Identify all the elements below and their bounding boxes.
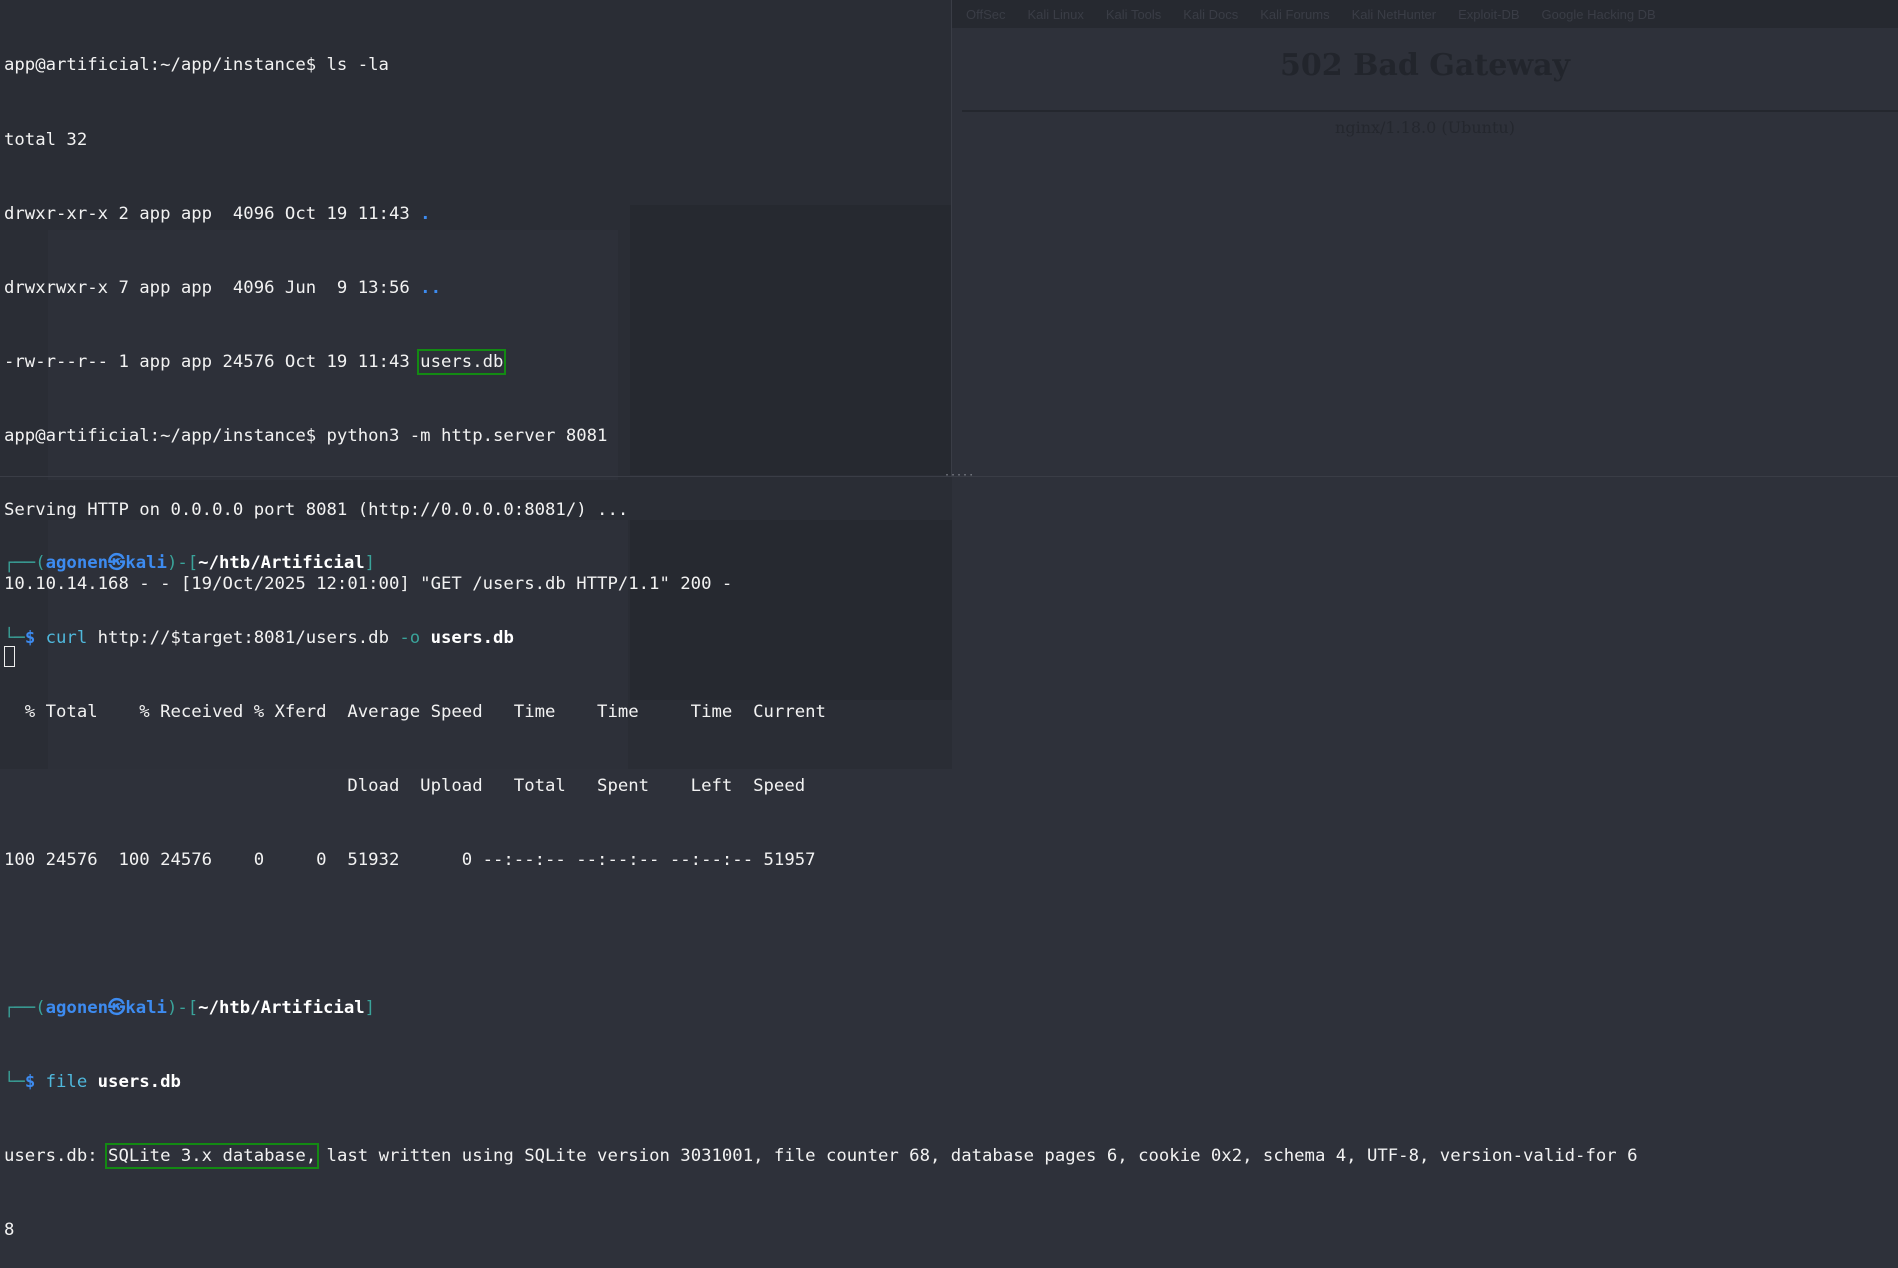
prompt-frame: ┌──( (4, 997, 46, 1018)
server-signature: nginx/1.18.0 (Ubuntu) (1335, 118, 1515, 137)
command: file (45, 1072, 88, 1093)
listing-row: drwxr-xr-x 2 app app 4096 Oct 19 11:43 (4, 203, 421, 224)
terminal-line: 8 (4, 1220, 15, 1241)
command-line: └─$ curl http://$target:8081/users.db -o… (4, 626, 1637, 651)
prompt-frame: ┌──( (4, 553, 46, 574)
command-args: http://$target:8081/users.db (87, 627, 400, 648)
prompt-frame: )-[ (166, 997, 199, 1018)
bookmark[interactable]: OffSec (966, 7, 1006, 22)
command: ls -la (326, 55, 389, 76)
file-output-prefix: users.db: (4, 1146, 109, 1167)
error-title: 502 Bad Gateway (1280, 48, 1570, 83)
terminal-line: drwxrwxr-x 7 app app 4096 Jun 9 13:56 .. (4, 276, 732, 301)
prompt-dollar: $ (24, 627, 36, 648)
command-flag: -o (399, 627, 421, 648)
shell-prompt: app@artificial:~/app/instance$ (4, 425, 327, 446)
highlighted-filename: users.db (417, 348, 507, 375)
terminal-line: app@artificial:~/app/instance$ python3 -… (4, 424, 732, 449)
prompt-frame: )-[ (166, 553, 199, 574)
terminal-line: total 32 (4, 129, 88, 150)
command: curl (45, 627, 88, 648)
command: python3 -m http.server 8081 (326, 425, 608, 446)
command-arg: users.db (97, 1072, 181, 1093)
bottom-terminal-pane[interactable]: ┌──(agonen㉿kali)-[~/htb/Artificial] └─$ … (4, 502, 1637, 1268)
listing-row: -rw-r--r-- 1 app app 24576 Oct 19 11:43 (4, 351, 421, 372)
file-output: last written using SQLite version 303100… (316, 1146, 1638, 1167)
bookmark[interactable]: Kali Linux (1028, 7, 1084, 22)
prompt-line: ┌──(agonen㉿kali)-[~/htb/Artificial] (4, 551, 1637, 576)
command-output-file: users.db (430, 627, 514, 648)
prompt-dollar: $ (24, 1072, 36, 1093)
prompt-frame: └─ (4, 1072, 25, 1093)
command-line: └─$ file users.db (4, 1070, 1637, 1095)
listing-row: drwxrwxr-x 7 app app 4096 Jun 9 13:56 (4, 277, 421, 298)
splitter-handle-icon[interactable]: ····· (944, 470, 974, 481)
terminal-line: % Total % Received % Xferd Average Speed… (4, 701, 826, 722)
terminal-line: -rw-r--r-- 1 app app 24576 Oct 19 11:43 … (4, 348, 732, 375)
terminal-line: drwxr-xr-x 2 app app 4096 Oct 19 11:43 . (4, 202, 732, 227)
prompt-frame: ] (364, 553, 376, 574)
shell-prompt: app@artificial:~/app/instance$ (4, 55, 327, 76)
pane-splitter-vertical[interactable] (951, 0, 952, 476)
bookmark[interactable]: Kali NetHunter (1352, 7, 1437, 22)
highlighted-file-type: SQLite 3.x database, (105, 1143, 320, 1170)
terminal-line: users.db: SQLite 3.x database, last writ… (4, 1143, 1638, 1170)
prompt-path: ~/htb/Artificial (198, 997, 365, 1018)
bookmark[interactable]: Kali Forums (1260, 7, 1329, 22)
background-browser: OffSec Kali Linux Kali Tools Kali Docs K… (952, 0, 1898, 476)
divider (962, 110, 1898, 112)
dir-name: . (420, 203, 431, 224)
terminal-line: Dload Upload Total Spent Left Speed (4, 775, 806, 796)
bookmark[interactable]: Exploit-DB (1458, 7, 1519, 22)
bookmark[interactable]: Kali Docs (1183, 7, 1238, 22)
prompt-frame: └─ (4, 627, 25, 648)
prompt-user: agonen㉿kali (45, 997, 167, 1018)
prompt-line: ┌──(agonen㉿kali)-[~/htb/Artificial] (4, 996, 1637, 1021)
prompt-frame: ] (364, 997, 376, 1018)
terminal-line: 100 24576 100 24576 0 0 51932 0 --:--:--… (4, 849, 816, 870)
bookmark[interactable]: Google Hacking DB (1542, 7, 1656, 22)
prompt-user: agonen㉿kali (45, 553, 167, 574)
terminal-line: app@artificial:~/app/instance$ ls -la (4, 53, 732, 78)
prompt-path: ~/htb/Artificial (198, 553, 365, 574)
bookmarks-bar: OffSec Kali Linux Kali Tools Kali Docs K… (952, 0, 1898, 28)
bookmark[interactable]: Kali Tools (1106, 7, 1161, 22)
dir-name: .. (420, 277, 441, 298)
